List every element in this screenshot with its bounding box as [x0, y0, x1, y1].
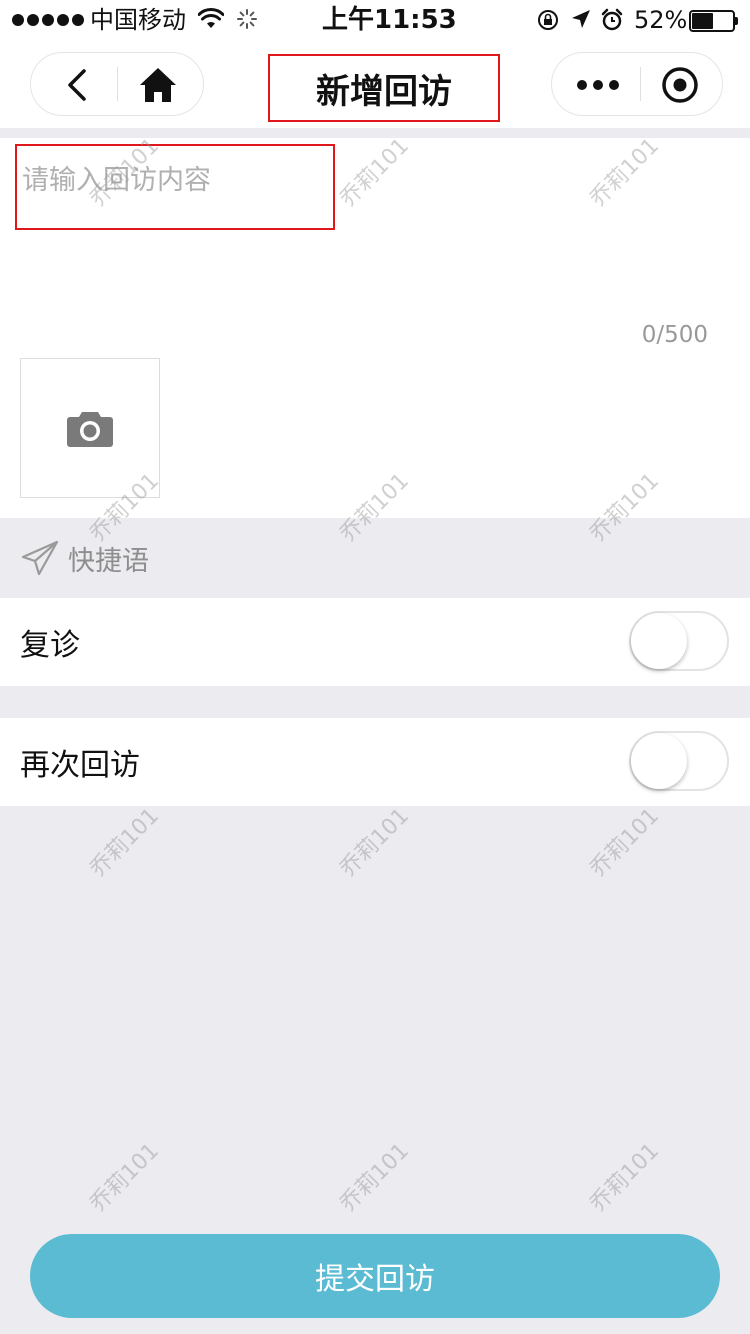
nav-capsule-left — [30, 52, 204, 116]
toggle-knob — [631, 613, 687, 669]
battery-icon — [689, 10, 739, 32]
followup-again-label: 再次回访 — [20, 748, 140, 783]
alarm-icon — [601, 8, 623, 31]
chevron-left-icon[interactable] — [59, 67, 99, 103]
camera-icon — [67, 412, 113, 447]
watermark: 乔莉101 — [335, 803, 415, 883]
signal-dots-icon — [12, 14, 84, 26]
quick-phrases-label: 快捷语 — [68, 545, 149, 577]
watermark: 乔莉101 — [585, 803, 665, 883]
status-bar: 中国移动 上午11:53 52% — [0, 0, 750, 40]
watermark: 乔莉101 — [335, 1138, 415, 1218]
nav-bar: 新增回访 — [0, 40, 750, 128]
loading-icon — [237, 9, 257, 29]
page-title: 新增回访 — [268, 54, 500, 122]
content-card: 0/500 — [0, 138, 750, 518]
revisit-label: 复诊 — [20, 628, 80, 663]
capsule-divider — [117, 67, 118, 101]
followup-again-row: 再次回访 — [0, 718, 750, 806]
toggle-knob — [631, 733, 687, 789]
revisit-toggle[interactable] — [629, 611, 729, 671]
target-circle-icon[interactable] — [660, 65, 700, 105]
capsule-divider — [640, 67, 641, 101]
char-counter: 0/500 — [641, 322, 708, 348]
status-time: 上午11:53 — [322, 5, 457, 35]
wifi-icon — [198, 8, 224, 28]
location-arrow-icon — [572, 10, 590, 28]
quick-phrases-button[interactable]: 快捷语 — [0, 518, 750, 598]
revisit-row: 复诊 — [0, 598, 750, 686]
watermark: 乔莉101 — [85, 803, 165, 883]
photo-upload-button[interactable] — [20, 358, 160, 498]
more-dots-icon[interactable] — [576, 75, 620, 95]
nav-capsule-right — [551, 52, 723, 116]
home-icon[interactable] — [137, 65, 179, 105]
submit-button[interactable]: 提交回访 — [30, 1234, 720, 1318]
watermark: 乔莉101 — [85, 1138, 165, 1218]
battery-percent: 52% — [634, 6, 688, 34]
carrier-name: 中国移动 — [90, 6, 186, 34]
content-textarea[interactable] — [16, 144, 716, 324]
battery-fill — [692, 13, 713, 29]
rotation-lock-icon — [538, 10, 558, 30]
followup-again-toggle[interactable] — [629, 731, 729, 791]
paper-plane-icon — [21, 540, 59, 576]
watermark: 乔莉101 — [585, 1138, 665, 1218]
